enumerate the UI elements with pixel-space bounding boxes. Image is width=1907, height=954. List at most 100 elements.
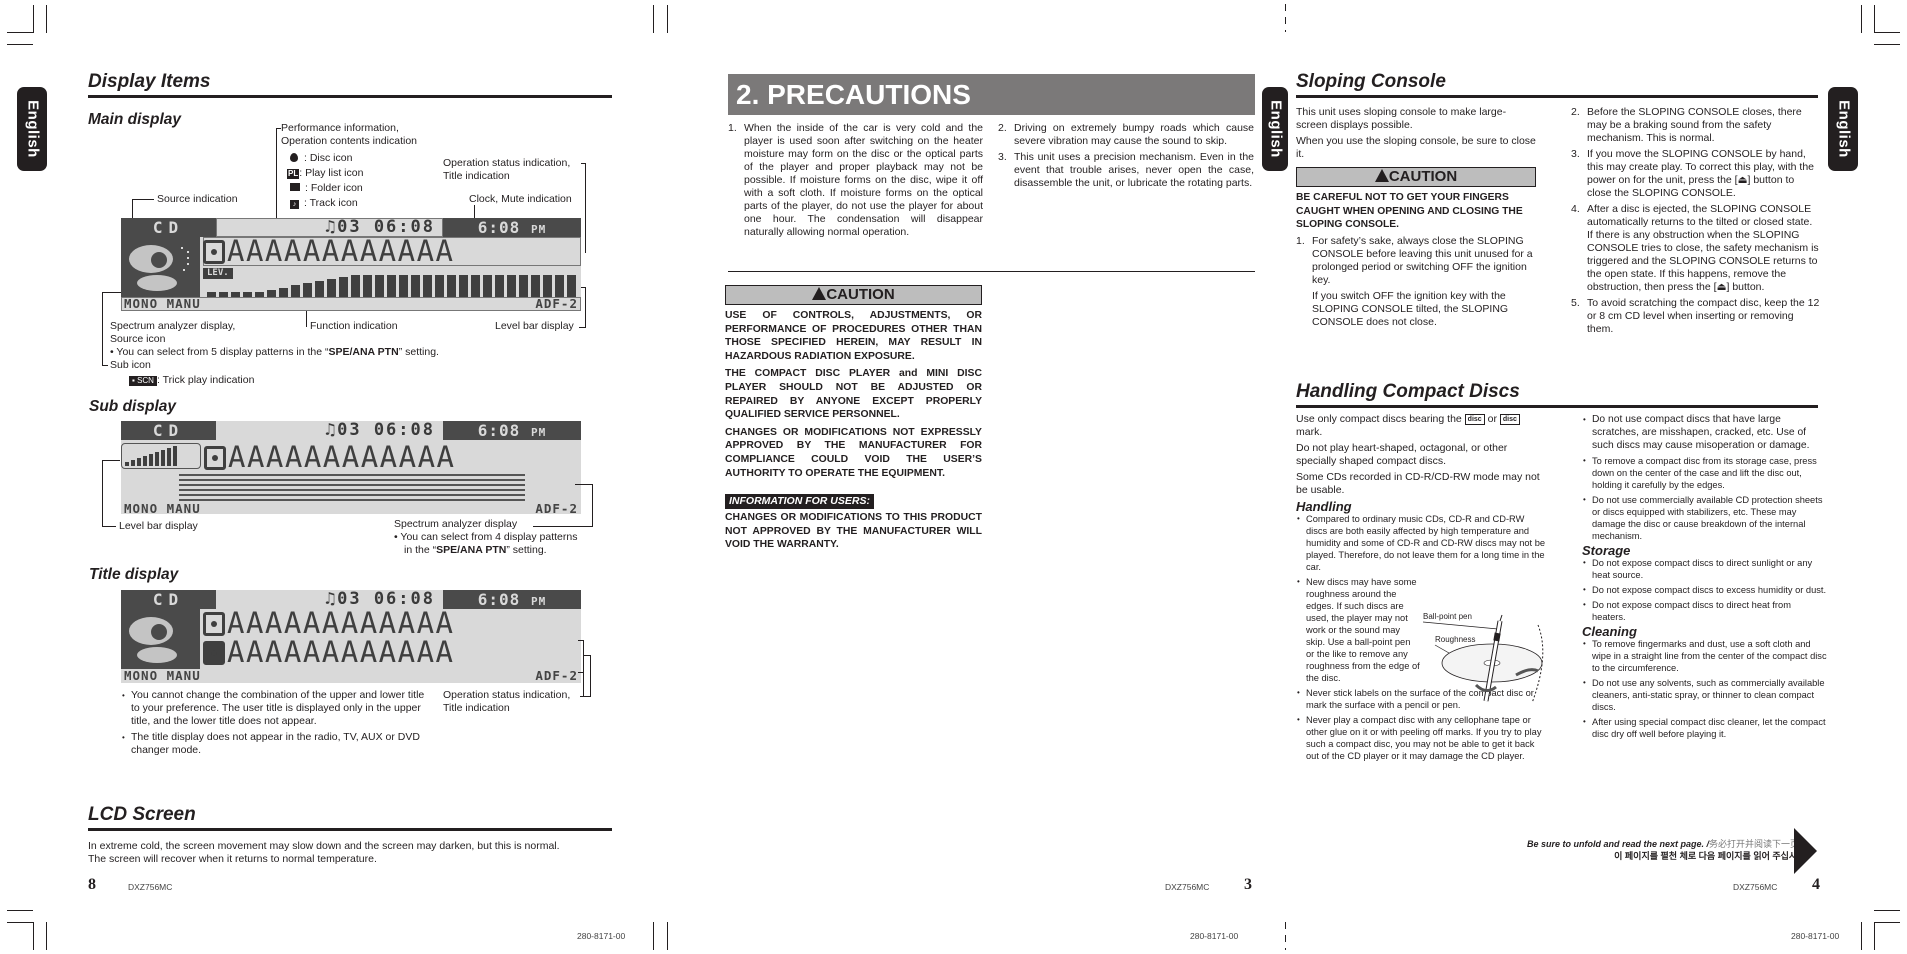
subheading-sub-display: Sub display [89, 398, 176, 415]
sloping-left-column: This unit uses sloping console to make l… [1296, 106, 1536, 332]
caution-header: CAUTION [1296, 167, 1536, 187]
precaution-item: 2. Driving on extremely bumpy roads which… [998, 122, 1254, 148]
disc-icon [290, 153, 298, 162]
page-number: 3 [1244, 876, 1252, 893]
unfold-notice: Be sure to unfold and read the next page… [1440, 838, 1808, 862]
level-bar-segment [155, 452, 159, 466]
level-bar-segment [399, 275, 408, 297]
lcd-screen-text: In extreme cold, the screen movement may… [88, 840, 648, 866]
storage-list: Do not expose compact discs to direct su… [1582, 557, 1827, 623]
lcd-title-area: AAAAAAAAAAAA LEV. [200, 237, 581, 297]
item-text: Before the SLOPING CONSOLE closes, there… [1587, 106, 1802, 144]
compact-disc-logo-icon: disc [1464, 413, 1485, 425]
lcd-function-right: ADF-2 [535, 296, 578, 311]
lcd-top-row: CD ♫03 06:08 6:08 PM [121, 421, 581, 440]
crop-mark [653, 922, 654, 950]
crop-mark [1874, 922, 1900, 923]
level-bar-segment [255, 292, 264, 297]
sloping-list-left: 1. For safety’s sake, always close the SL… [1296, 235, 1536, 329]
callout-line [585, 163, 586, 253]
item-number: 2. [998, 122, 1007, 134]
item-number: 3. [998, 151, 1007, 163]
cleaning-list: To remove fingermarks and dust, use a so… [1582, 638, 1827, 740]
sub-patterns-note: • You can select from 4 display patterns… [394, 531, 578, 557]
level-bar-segment [411, 275, 420, 297]
unfold-line-1: Be sure to unfold and read the next page… [1440, 838, 1808, 850]
item-text: This unit uses a precision mechanism. Ev… [1014, 151, 1254, 189]
section-title-precautions: 2. PRECAUTIONS [728, 74, 1255, 115]
disc-icon [203, 612, 225, 636]
album-icon [203, 641, 225, 665]
clock-ampm: PM [530, 595, 547, 608]
title-display-notes: You cannot change the combination of the… [121, 689, 431, 760]
callout-line [581, 287, 586, 288]
lcd-clock: 6:08 PM [443, 421, 581, 440]
language-tab-middle: English [1262, 87, 1288, 171]
legend-text: : Disc icon [304, 152, 353, 164]
sloping-item: 1. For safety’s sake, always close the SL… [1296, 235, 1536, 329]
callout-text: Performance information, [281, 122, 399, 134]
level-bar-segment [149, 454, 153, 466]
level-bar-segment [231, 292, 240, 297]
crop-mark [33, 922, 34, 950]
callout-level-bar-sub: Level bar display [119, 520, 198, 532]
callout-clock-mute: Clock, Mute indication [469, 193, 572, 205]
level-bar-segment [315, 281, 324, 297]
callout-text: Operation contents indication [281, 135, 418, 148]
disc-icon [204, 446, 226, 470]
track-icon: ♪ [290, 200, 299, 209]
callout-op-status-title: Operation status indication, Title indic… [443, 689, 570, 715]
handling-left-column: Use only compact discs bearing the disc … [1296, 413, 1546, 765]
lcd-source: CD [121, 421, 216, 440]
crop-mark [1874, 32, 1900, 33]
legend-disc-icon: : Disc icon [290, 152, 352, 165]
note-text: ” setting. [506, 544, 547, 557]
crop-mark [1874, 44, 1900, 45]
crop-mark [33, 5, 34, 33]
info-for-users-badge: INFORMATION FOR USERS: [725, 494, 874, 510]
scn-badge-text: SCN [137, 376, 154, 385]
fold-mark [1285, 922, 1286, 950]
crop-mark [7, 32, 33, 33]
level-bar-segment [327, 278, 336, 297]
unfold-korean: 이 페이지를 펼천 체로 다음 페이지를 읽어 주십시오. [1614, 851, 1808, 861]
lcd-track-time: ♫03 06:08 [216, 218, 443, 237]
callout-text: Title indication [443, 170, 510, 183]
level-bar-segment [507, 275, 516, 297]
crop-mark [1874, 5, 1875, 33]
crop-mark [667, 5, 668, 33]
level-bar-segment [351, 275, 360, 297]
folder-icon [290, 183, 300, 191]
item-text: If you move the SLOPING CONSOLE by hand,… [1587, 148, 1815, 199]
clock-ampm: PM [530, 426, 547, 439]
lcd-title-text: AAAAAAAAAAAA [227, 609, 455, 638]
legend-playlist-icon: PL: Play list icon [287, 167, 363, 180]
scn-icon: ▪ SCN [129, 376, 157, 386]
caution-paragraph: CHANGES OR MODIFICATIONS NOT EXPRESSLY A… [725, 426, 982, 479]
lcd-function-right: ADF-2 [535, 668, 578, 683]
handling-item: Compared to ordinary music CDs, CD-R and… [1296, 513, 1546, 573]
handling-item: Do not use commercially available CD pro… [1582, 494, 1827, 542]
callout-line [306, 311, 307, 327]
legend-folder-icon: : Folder icon [290, 182, 363, 195]
lcd-clock: 6:08 PM [443, 590, 581, 609]
subheading-title-display: Title display [89, 566, 179, 583]
handling-item: Never play a compact disc with any cello… [1296, 714, 1546, 762]
precautions-list-right: 2. Driving on extremely bumpy roads which… [998, 122, 1254, 193]
fold-mark [1285, 4, 1286, 32]
callout-line [102, 292, 103, 365]
clock-time: 6:08 [477, 218, 521, 237]
paragraph: The screen will recover when it returns … [88, 853, 377, 865]
item-number: 5. [1571, 297, 1580, 309]
lcd-top-row: CD ♫03 06:08 6:08 PM [121, 218, 581, 237]
subheading-cleaning: Cleaning [1582, 624, 1637, 639]
document-code: 280-8171-00 [1791, 931, 1840, 941]
language-tab-label: English [1835, 100, 1853, 158]
item-text: When the inside of the car is very cold … [744, 122, 983, 238]
callout-line [102, 526, 116, 527]
level-bar-segment [161, 450, 165, 466]
storage-item: Do not expose compact discs to excess hu… [1582, 584, 1827, 596]
lcd-sub-display: CD ♫03 06:08 6:08 PM AAAAAAAAAAAA MONO M… [121, 421, 581, 516]
patterns-note: • You can select from 5 display patterns… [110, 346, 439, 359]
caution-header: CAUTION [725, 285, 982, 305]
